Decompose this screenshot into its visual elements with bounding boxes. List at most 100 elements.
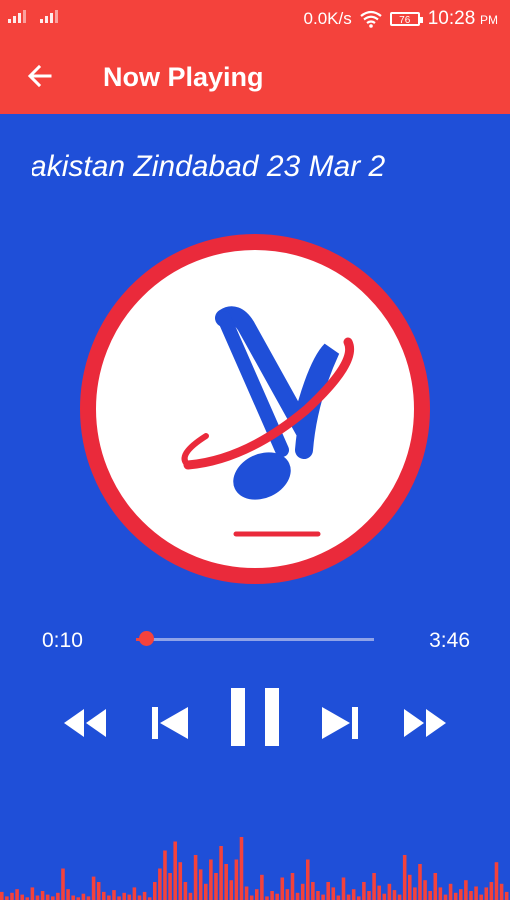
- visualizer-bar: [484, 887, 489, 900]
- album-art: [80, 234, 430, 584]
- fast-forward-button[interactable]: [402, 693, 448, 753]
- visualizer-bar: [91, 876, 96, 900]
- visualizer-bar: [316, 891, 320, 900]
- track-title: Pakistan Zindabad 23 Mar 2: [32, 150, 472, 190]
- visualizer-bar: [265, 896, 269, 900]
- visualizer-bar: [346, 894, 351, 900]
- visualizer-bar: [270, 891, 274, 900]
- visualizer-bar: [418, 864, 422, 900]
- visualizer-bar: [188, 892, 193, 900]
- visualizer-bar: [45, 894, 50, 900]
- visualizer-bar: [198, 869, 203, 900]
- visualizer-bar: [178, 862, 183, 900]
- visualizer-bar: [204, 883, 208, 900]
- visualizer-bar: [234, 859, 239, 900]
- visualizer-bar: [51, 896, 55, 900]
- visualizer-bar: [66, 889, 70, 900]
- visualizer-bar: [469, 891, 473, 900]
- visualizer-bar: [448, 883, 453, 900]
- visualizer-bar: [377, 885, 381, 900]
- visualizer-bar: [351, 889, 356, 900]
- visualizer-bar: [438, 887, 443, 900]
- visualizer-bar: [499, 883, 504, 900]
- rewind-icon: [64, 709, 106, 737]
- visualizer-bar: [280, 877, 285, 900]
- visualizer-bar: [443, 894, 448, 900]
- visualizer-bar: [0, 891, 4, 900]
- visualizer-bar: [61, 868, 65, 900]
- visualizer-bar: [464, 880, 468, 900]
- visualizer-bar: [474, 886, 478, 900]
- visualizer-bar: [357, 896, 361, 900]
- arrow-left-icon[interactable]: [24, 60, 56, 92]
- visualizer-bar: [367, 891, 371, 900]
- visualizer-bar: [423, 880, 427, 900]
- visualizer-bar: [142, 891, 147, 900]
- visualizer-bar: [244, 886, 249, 900]
- visualizer-bar: [219, 846, 223, 900]
- visualizer-bar: [132, 887, 137, 900]
- pause-button[interactable]: [229, 686, 281, 748]
- next-button[interactable]: [320, 693, 360, 753]
- visualizer-bar: [341, 877, 346, 900]
- visualizer-bar: [214, 873, 218, 900]
- visualizer-bar: [5, 896, 9, 900]
- previous-button[interactable]: [150, 693, 190, 753]
- visualizer-bar: [239, 837, 244, 900]
- battery-icon: 76: [389, 12, 423, 26]
- wifi-icon: [360, 10, 382, 28]
- visualizer-bar: [15, 889, 19, 900]
- page-title: Now Playing: [103, 62, 264, 92]
- visualizer-bar: [285, 889, 290, 900]
- visualizer-bar: [224, 864, 228, 900]
- visualizer-bar: [81, 893, 86, 900]
- previous-icon: [152, 707, 188, 739]
- visualizer-bar: [168, 873, 172, 900]
- visualizer-bar: [86, 896, 91, 900]
- visualizer-bar: [295, 892, 300, 900]
- visualizer-bar: [158, 868, 162, 900]
- visualizer-bar: [408, 874, 412, 900]
- status-bar: 0.0K/s 76 10:28 PM: [0, 0, 510, 38]
- visualizer-bar: [433, 873, 438, 900]
- visualizer-bar: [183, 882, 188, 900]
- visualizer-bar: [275, 893, 279, 900]
- visualizer-bar: [112, 890, 116, 900]
- visualizer-bar: [489, 882, 494, 900]
- visualizer-bar: [56, 892, 60, 900]
- audio-visualizer: [0, 837, 509, 900]
- visualizer-bar: [173, 841, 177, 900]
- visualizer-bar: [479, 894, 483, 900]
- visualizer-bar: [459, 889, 463, 900]
- visualizer-bar: [137, 895, 142, 900]
- signal-icon: [8, 9, 26, 23]
- visualizer-bar: [306, 859, 310, 900]
- visualizer-bar: [362, 882, 366, 900]
- elapsed-time: 0:10: [42, 629, 83, 652]
- visualizer-bar: [290, 873, 295, 900]
- visualizer-bar: [193, 855, 198, 900]
- visualizer-bar: [10, 892, 14, 900]
- next-icon: [322, 707, 358, 739]
- visualizer-bar: [494, 862, 499, 900]
- track-title-text: Pakistan Zindabad 23 Mar 2: [32, 150, 386, 183]
- seek-bar[interactable]: [136, 631, 374, 646]
- pause-icon: [231, 688, 279, 746]
- clock: 10:28 PM: [427, 8, 498, 29]
- music-note-logo-icon: [181, 306, 355, 537]
- app-bar: Now Playing: [0, 38, 510, 114]
- visualizer-bar: [331, 887, 336, 900]
- visualizer-bar: [71, 895, 75, 900]
- visualizer-bar: [163, 850, 167, 900]
- visualizer-bar: [260, 874, 264, 900]
- visualizer-bar: [372, 873, 376, 900]
- visualizer-bar: [117, 896, 121, 900]
- signal-icon: [40, 9, 58, 23]
- visualizer-bar: [30, 887, 35, 900]
- network-speed: 0.0K/s: [303, 9, 352, 28]
- visualizer-bar: [321, 894, 325, 900]
- visualizer-bar: [255, 889, 259, 900]
- rewind-button[interactable]: [62, 693, 108, 753]
- visualizer-bar: [392, 890, 397, 900]
- seek-thumb[interactable]: [139, 631, 155, 646]
